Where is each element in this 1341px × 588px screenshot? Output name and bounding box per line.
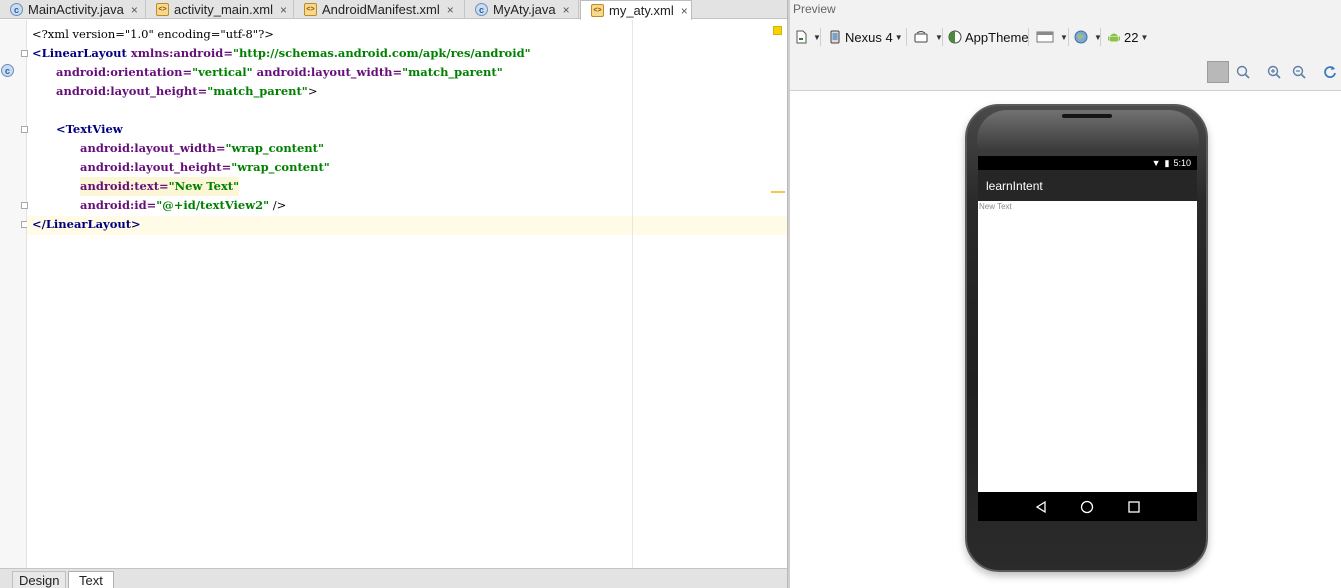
chevron-down-icon: ▼: [894, 32, 903, 42]
code-line-10: android:id="@+id/textView2" />: [80, 198, 287, 212]
code-line-3: android:orientation="vertical" android:l…: [56, 65, 503, 79]
activity-selector[interactable]: ▼: [1035, 27, 1068, 47]
class-icon: c: [475, 3, 488, 16]
device-selector[interactable]: Nexus 4 ▼: [828, 27, 903, 47]
class-icon: c: [1, 64, 14, 77]
close-icon[interactable]: ×: [681, 4, 688, 18]
class-icon: c: [10, 3, 23, 16]
xml-file-icon: <>: [591, 4, 604, 17]
api-level-selector[interactable]: 22 ▼: [1107, 27, 1148, 47]
zoom-in-button[interactable]: [1263, 61, 1285, 83]
editor-gutter: c: [0, 20, 28, 568]
activity-layout-icon: [1036, 31, 1054, 43]
editor-tab-bar: c MainActivity.java × <> activity_main.x…: [0, 0, 787, 20]
navigation-bar: [978, 492, 1197, 521]
recents-icon[interactable]: [1127, 500, 1141, 514]
zoom-in-icon: [1267, 65, 1281, 79]
locale-selector[interactable]: ▼: [1073, 27, 1102, 47]
refresh-icon: [1324, 66, 1336, 78]
status-bar: ▼ ▮ 5:10: [978, 156, 1197, 170]
xml-file-icon: <>: [304, 3, 317, 16]
theme-selector[interactable]: AppTheme: [948, 27, 1029, 47]
theme-icon: [948, 30, 962, 44]
analysis-status-icon[interactable]: [773, 26, 782, 35]
zoom-out-icon: [1292, 65, 1306, 79]
preview-title: Preview: [793, 2, 836, 16]
tab-label: MyAty.java: [493, 2, 556, 17]
api-level: 22: [1124, 29, 1139, 45]
warning-stripe-mark[interactable]: [771, 191, 785, 193]
chevron-down-icon: ▼: [1060, 32, 1068, 42]
configuration-button[interactable]: ▼: [794, 27, 821, 47]
zoom-toolbar: [790, 56, 1341, 86]
nexus-4-device-frame: ▼ ▮ 5:10 learnIntent New Text: [965, 104, 1208, 572]
file-config-icon: [796, 30, 807, 44]
preview-panel: Preview ▼ Nexus 4 ▼ ▼ AppTheme ▼ ▼ 22 ▼ …: [790, 0, 1341, 588]
tab-activity-main-xml[interactable]: <> activity_main.xml ×: [146, 0, 294, 19]
code-line-4: android:layout_height="match_parent">: [56, 84, 318, 98]
refresh-button[interactable]: [1319, 61, 1341, 83]
code-line-11: </LinearLayout>: [32, 217, 141, 231]
app-title: learnIntent: [986, 178, 1043, 193]
code-editor: c MainActivity.java × <> activity_main.x…: [0, 0, 787, 588]
tab-label: activity_main.xml: [174, 2, 273, 17]
tab-mainactivity-java[interactable]: c MainActivity.java ×: [0, 0, 146, 19]
device-screen[interactable]: ▼ ▮ 5:10 learnIntent New Text: [978, 156, 1197, 521]
code-line-2: <LinearLayout xmlns:android="http://sche…: [32, 46, 531, 60]
preview-canvas[interactable]: ▼ ▮ 5:10 learnIntent New Text: [790, 90, 1341, 588]
battery-icon: ▮: [1164, 157, 1170, 168]
textview-new-text[interactable]: New Text: [979, 202, 1012, 211]
close-icon[interactable]: ×: [447, 3, 454, 17]
close-icon[interactable]: ×: [563, 3, 570, 17]
tab-text[interactable]: Text: [68, 571, 114, 588]
zoom-out-button[interactable]: [1288, 61, 1310, 83]
device-icon: [830, 30, 840, 44]
rotate-device-icon: [914, 31, 928, 43]
action-bar: learnIntent: [978, 170, 1197, 201]
tab-label: MainActivity.java: [28, 2, 124, 17]
code-line-7: android:layout_width="wrap_content": [80, 141, 324, 155]
tab-label: my_aty.xml: [609, 3, 674, 18]
caret-line-highlight: [27, 216, 787, 235]
code-line-9: android:text="New Text": [80, 177, 240, 196]
close-icon[interactable]: ×: [280, 3, 287, 17]
code-area[interactable]: <?xml version="1.0" encoding="utf-8"?> <…: [27, 20, 787, 568]
right-margin-guide: [632, 20, 633, 568]
back-icon[interactable]: [1034, 500, 1048, 514]
zoom-to-fit-button[interactable]: [1207, 61, 1229, 83]
xml-file-icon: <>: [156, 3, 169, 16]
code-line-8: android:layout_height="wrap_content": [80, 160, 330, 174]
orientation-selector[interactable]: ▼: [912, 27, 943, 47]
device-speaker: [1062, 114, 1112, 118]
tab-design[interactable]: Design: [12, 571, 67, 588]
actual-size-button[interactable]: [1232, 61, 1254, 83]
code-line-6: <TextView: [56, 122, 123, 136]
wifi-icon: ▼: [1151, 158, 1161, 168]
tab-myaty-java[interactable]: c MyAty.java ×: [465, 0, 579, 19]
editor-bottom-tabs: Design Text: [0, 568, 787, 588]
home-icon[interactable]: [1080, 500, 1094, 514]
globe-icon: [1074, 30, 1088, 44]
preview-toolbar: ▼ Nexus 4 ▼ ▼ AppTheme ▼ ▼ 22 ▼: [790, 18, 1341, 56]
tab-androidmanifest-xml[interactable]: <> AndroidManifest.xml ×: [294, 0, 465, 19]
chevron-down-icon: ▼: [1140, 32, 1149, 42]
close-icon[interactable]: ×: [131, 3, 138, 17]
zoom-actual-icon: [1236, 65, 1250, 79]
tab-my-aty-xml[interactable]: <> my_aty.xml ×: [580, 0, 692, 20]
code-line-1: <?xml version="1.0" encoding="utf-8"?>: [32, 27, 274, 41]
status-time: 5:10: [1173, 158, 1191, 168]
android-icon: [1108, 33, 1120, 42]
theme-name: AppTheme: [965, 29, 1029, 45]
device-name: Nexus 4: [845, 29, 893, 45]
tab-label: AndroidManifest.xml: [322, 2, 440, 17]
